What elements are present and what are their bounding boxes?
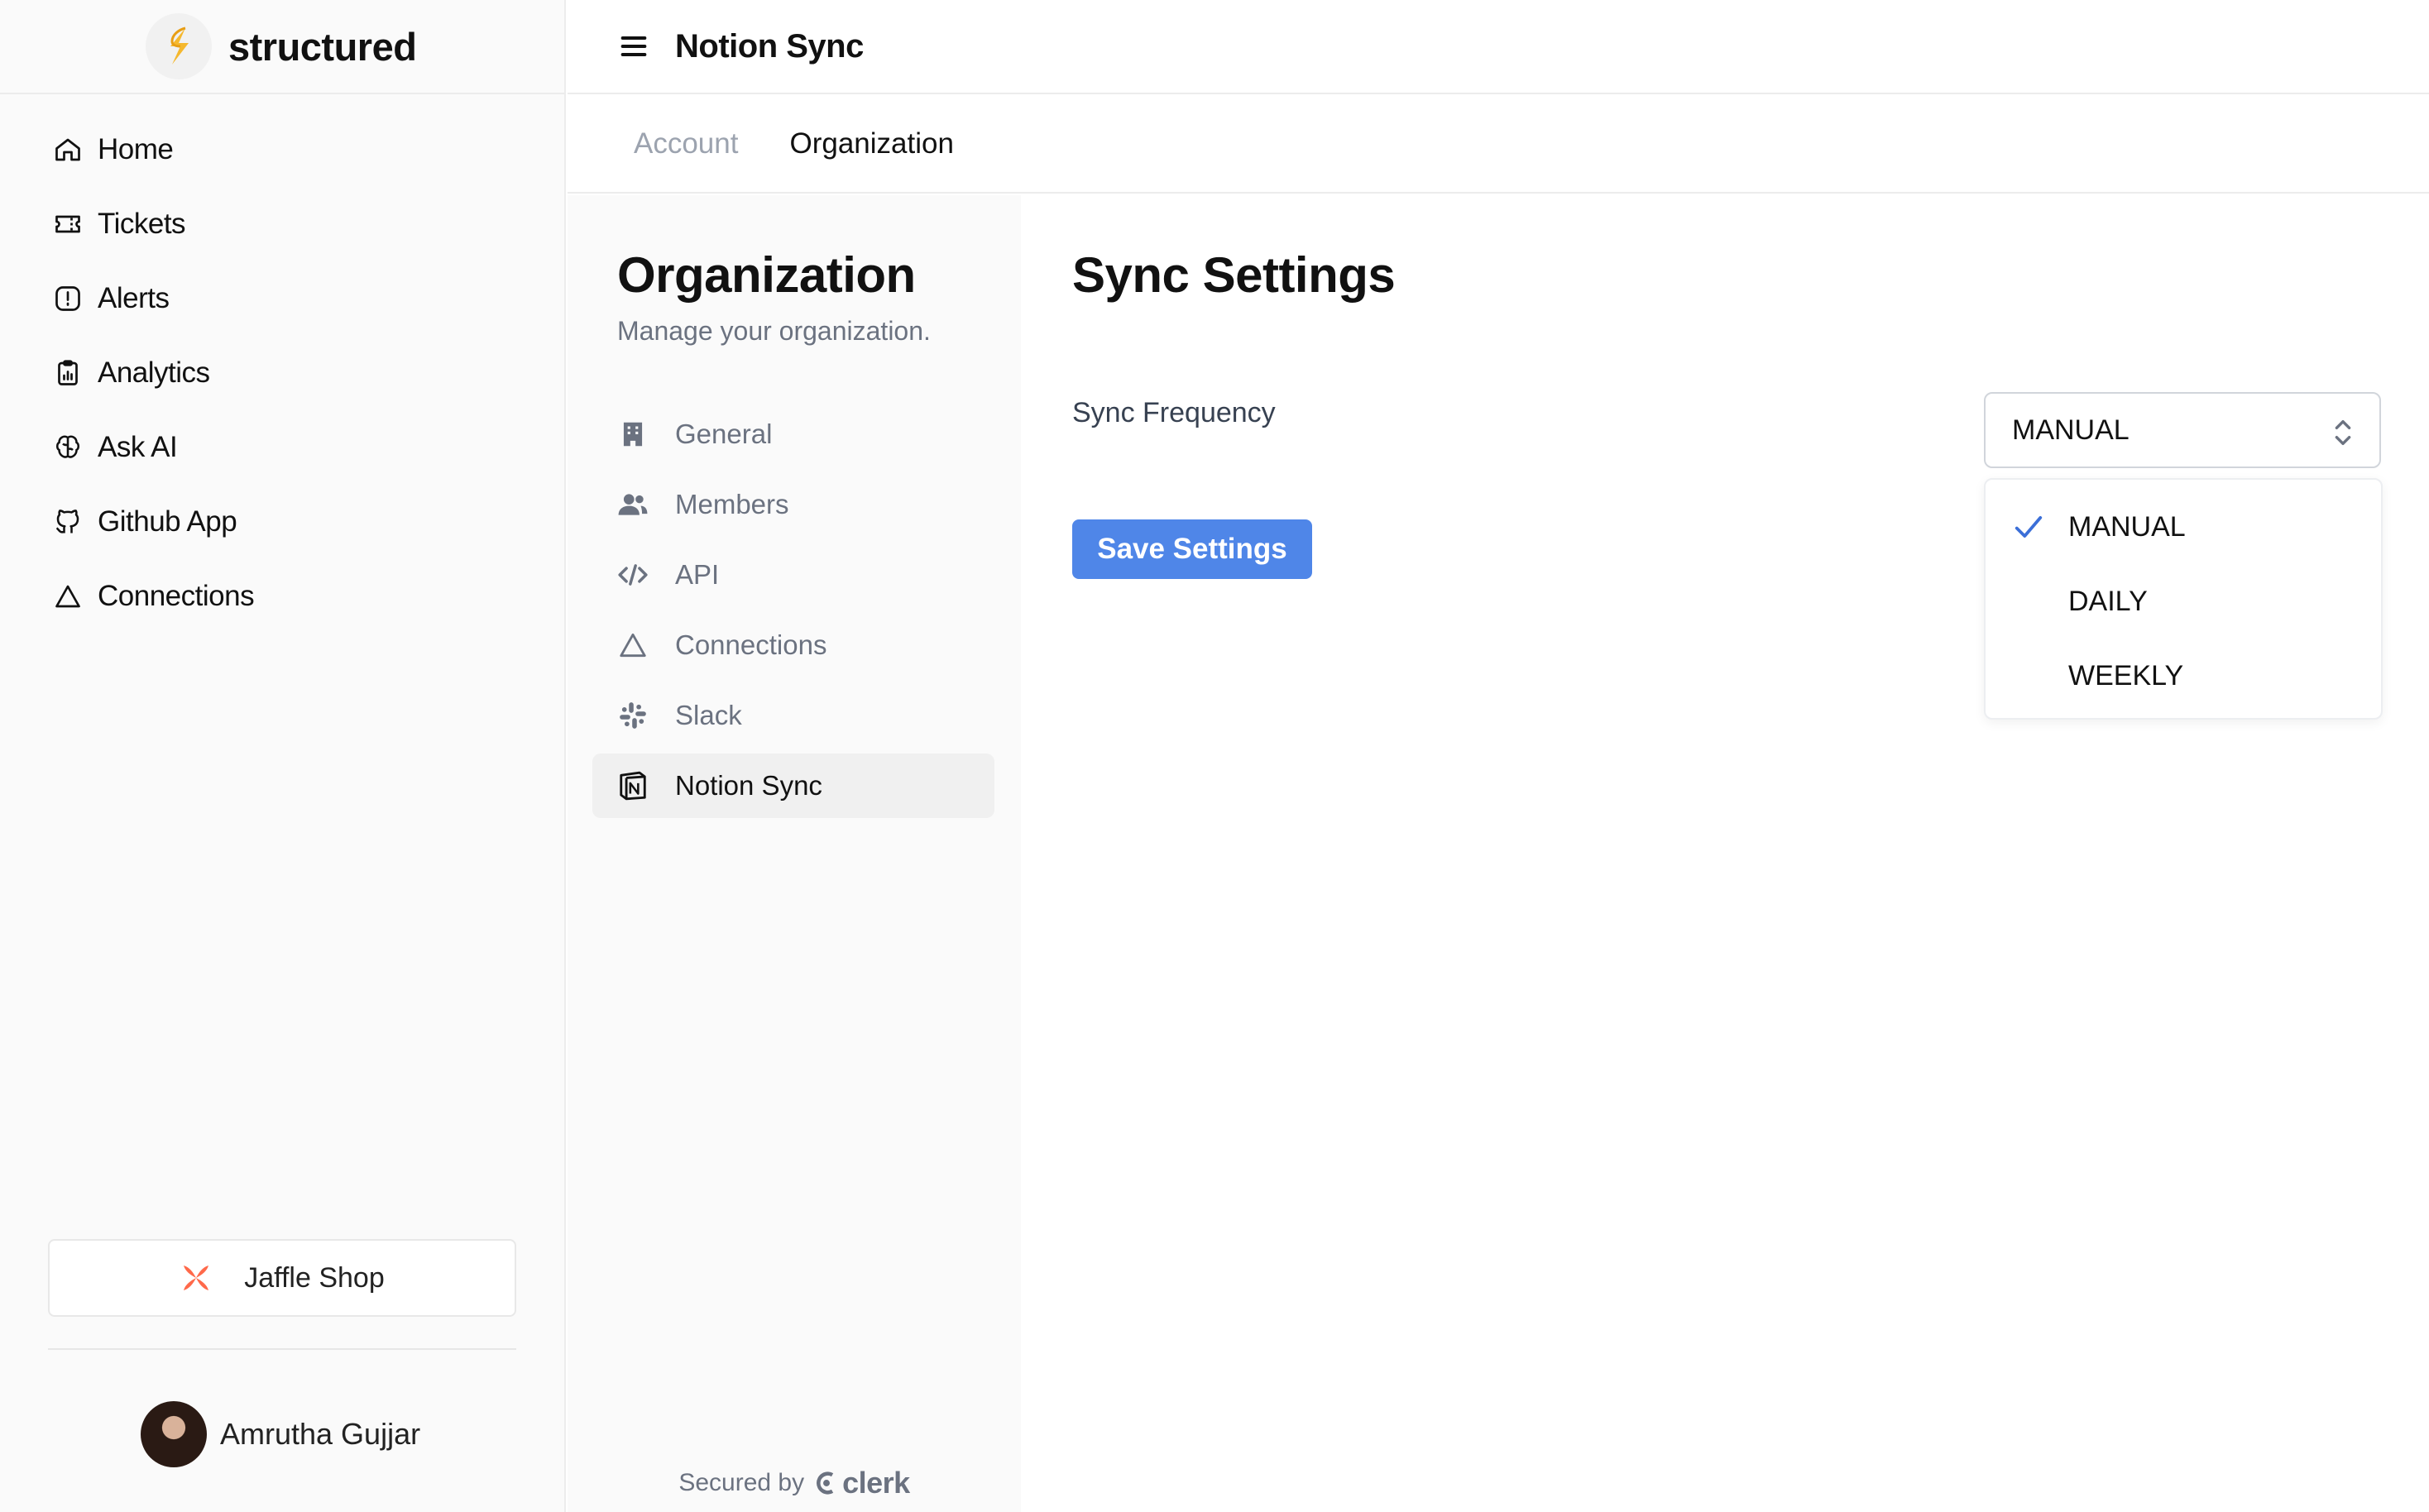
sidebar-item-label: Analytics — [98, 356, 210, 389]
sidebar-item-label: Tickets — [98, 208, 186, 240]
github-icon — [55, 510, 79, 534]
user-name: Amrutha Gujjar — [220, 1417, 421, 1451]
org-nav-label: General — [675, 419, 773, 449]
select-value: MANUAL — [2012, 414, 2130, 446]
dbt-logo-icon — [184, 1266, 209, 1290]
sidebar-item-label: Connections — [98, 580, 255, 612]
organization-panel: Organization Manage your organization. G… — [568, 195, 1021, 1512]
sidebar-item-tickets[interactable]: Tickets — [0, 187, 564, 261]
building-icon — [623, 422, 643, 447]
brand-logo-icon — [146, 13, 212, 79]
sync-frequency-dropdown: MANUAL DAILY WEEKLY — [1984, 478, 2383, 720]
avatar — [141, 1401, 207, 1467]
org-nav-api[interactable]: API — [592, 543, 994, 607]
app-sidebar: structured Home Tickets Alerts Analytics… — [0, 0, 566, 1512]
brain-icon — [55, 435, 80, 458]
organization-subtitle: Manage your organization. — [617, 316, 931, 346]
ticket-icon — [55, 215, 80, 233]
org-nav-label: Slack — [675, 700, 742, 730]
option-label: MANUAL — [2068, 510, 2186, 543]
sidebar-item-label: Ask AI — [98, 431, 178, 463]
sidebar-item-ask-ai[interactable]: Ask AI — [0, 410, 564, 485]
triangle-icon — [620, 633, 646, 658]
dropdown-option-manual[interactable]: MANUAL — [1986, 490, 2381, 564]
org-switcher-button[interactable]: Jaffle Shop — [48, 1239, 516, 1317]
secured-by-text: Secured by — [678, 1469, 805, 1496]
org-nav-label: Notion Sync — [675, 770, 822, 801]
dropdown-option-daily[interactable]: DAILY — [1986, 564, 2381, 639]
main-content: Sync Settings Sync Frequency Save Settin… — [1021, 195, 2429, 1512]
user-profile[interactable]: Amrutha Gujjar — [141, 1401, 420, 1467]
org-nav-label: Connections — [675, 629, 827, 660]
save-settings-button[interactable]: Save Settings — [1072, 519, 1312, 579]
org-switcher-label: Jaffle Shop — [244, 1261, 385, 1294]
sidebar-item-github-app[interactable]: Github App — [0, 485, 564, 559]
alert-icon — [55, 286, 80, 311]
slack-icon — [620, 702, 646, 729]
home-icon — [55, 138, 80, 161]
organization-title: Organization — [617, 247, 916, 303]
org-nav-slack[interactable]: Slack — [592, 683, 994, 748]
top-header: Notion Sync — [568, 0, 2429, 94]
sidebar-item-home[interactable]: Home — [0, 112, 564, 187]
triangle-icon — [55, 585, 80, 608]
dropdown-option-weekly[interactable]: WEEKLY — [1986, 639, 2381, 713]
brand[interactable]: structured — [0, 0, 564, 94]
sidebar-item-connections[interactable]: Connections — [0, 559, 564, 634]
option-label: DAILY — [2068, 585, 2148, 617]
org-nav-label: API — [675, 559, 720, 590]
brand-name: structured — [228, 24, 417, 69]
sidebar-item-label: Github App — [98, 505, 237, 538]
clerk-logo[interactable]: clerk — [814, 1466, 910, 1500]
section-title: Sync Settings — [1072, 247, 1396, 303]
users-icon — [618, 494, 648, 515]
option-label: WEEKLY — [2068, 659, 2184, 691]
org-nav-label: Members — [675, 489, 789, 519]
org-nav-notion-sync[interactable]: Notion Sync — [592, 754, 994, 818]
sidebar-item-alerts[interactable]: Alerts — [0, 261, 564, 336]
chevron-up-down-icon — [2335, 419, 2351, 446]
tab-organization[interactable]: Organization — [789, 127, 953, 160]
hamburger-icon[interactable] — [617, 30, 650, 63]
sync-frequency-label: Sync Frequency — [1072, 397, 1276, 428]
org-nav-general[interactable]: General — [592, 402, 994, 467]
org-nav-connections[interactable]: Connections — [592, 613, 994, 677]
organization-nav: General Members API Connections Slack No… — [592, 402, 994, 824]
check-icon — [2015, 516, 2043, 538]
notion-icon — [620, 771, 646, 801]
clerk-logo-icon — [817, 1471, 834, 1495]
secured-by-footer: Secured by clerk — [568, 1466, 1021, 1500]
page-title: Notion Sync — [675, 27, 864, 65]
divider — [48, 1348, 516, 1350]
sidebar-item-label: Home — [98, 133, 174, 165]
sidebar-nav: Home Tickets Alerts Analytics Ask AI Git… — [0, 94, 564, 634]
clipboard-chart-icon — [58, 360, 78, 385]
sidebar-item-analytics[interactable]: Analytics — [0, 336, 564, 410]
settings-tabs: Account Organization — [568, 96, 2429, 194]
code-icon — [618, 564, 648, 586]
sidebar-item-label: Alerts — [98, 282, 170, 314]
org-nav-members[interactable]: Members — [592, 472, 994, 537]
sync-frequency-select[interactable]: MANUAL — [1984, 392, 2381, 468]
clerk-wordmark: clerk — [842, 1466, 910, 1500]
tab-account[interactable]: Account — [634, 127, 738, 160]
